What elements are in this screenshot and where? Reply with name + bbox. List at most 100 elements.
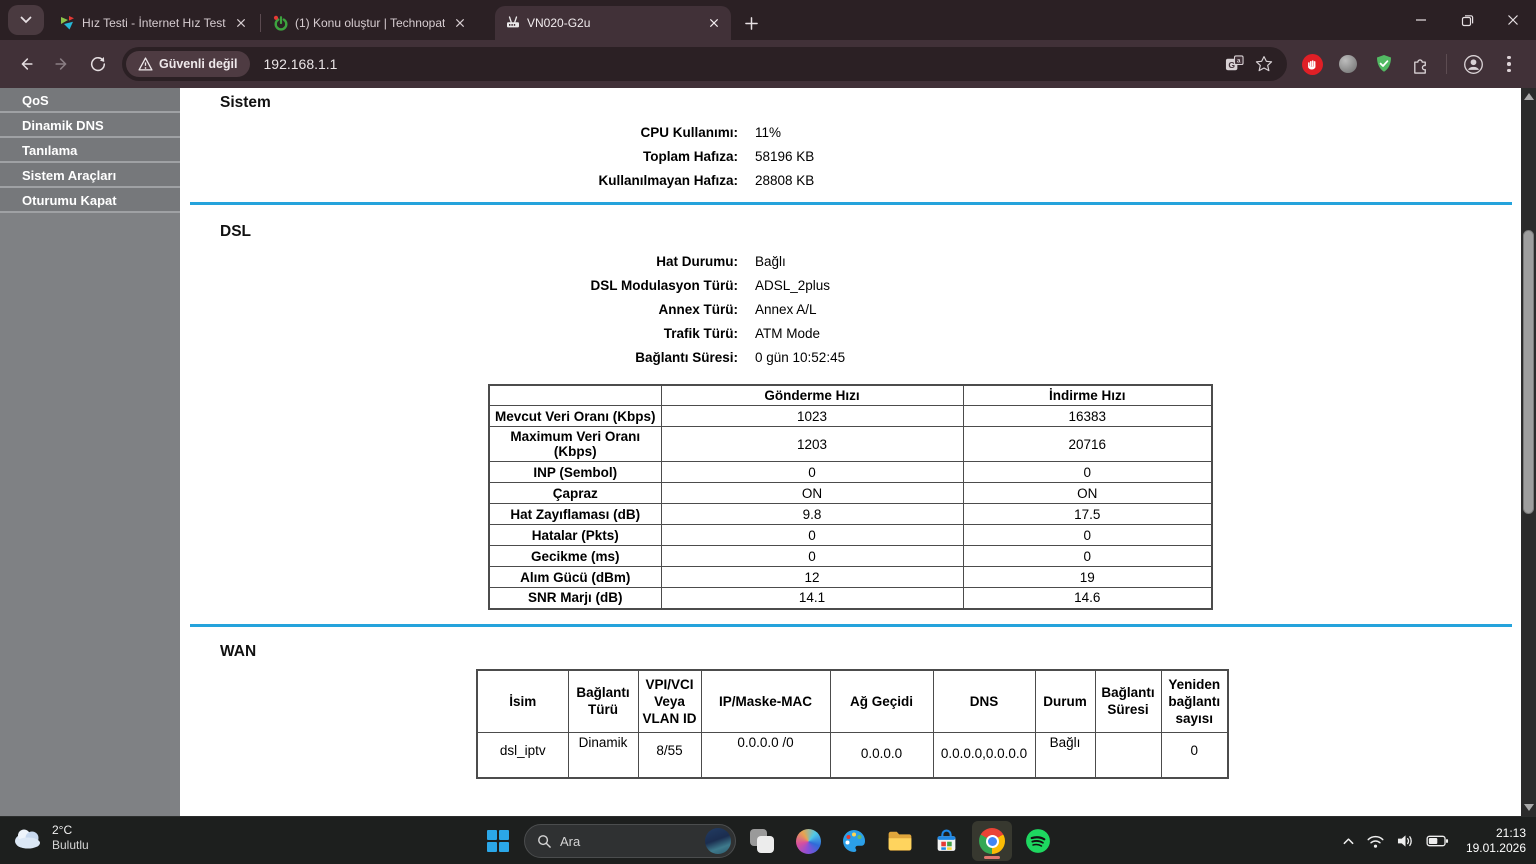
- dsl-stats-table: Gönderme Hızı İndirme Hızı Mevcut Veri O…: [488, 384, 1213, 610]
- wan-col-ip-maske: IP/Maske-MAC: [700, 669, 831, 733]
- cell: ON: [962, 482, 1213, 504]
- wifi-icon[interactable]: [1366, 833, 1385, 849]
- scroll-down-icon[interactable]: [1521, 800, 1536, 815]
- tray-chevron-icon[interactable]: [1342, 836, 1355, 846]
- sidebar-item-oturumu-kapat[interactable]: Oturumu Kapat: [0, 188, 180, 213]
- wan-col-baglanti-suresi: Bağlantı Süresi: [1094, 669, 1162, 733]
- task-view-icon: [750, 829, 774, 853]
- chrome-button[interactable]: [972, 821, 1012, 861]
- translate-button[interactable]: Ga: [1219, 49, 1249, 79]
- table-row: Çapraz ON ON: [488, 482, 1213, 504]
- cell: 12: [660, 566, 964, 588]
- store-icon: [937, 829, 955, 851]
- forward-icon: [55, 58, 67, 70]
- tab-title: (1) Konu oluştur | Technopat So: [295, 16, 445, 30]
- wan-col-vpi-vci: VPI/VCI Veya VLAN ID: [637, 669, 702, 733]
- cell: 17.5: [962, 503, 1213, 525]
- tab-search-button[interactable]: [8, 5, 44, 35]
- row-label: SNR Marjı (dB): [488, 587, 662, 609]
- cell: 14.1: [660, 587, 964, 609]
- start-button[interactable]: [478, 821, 518, 861]
- kv-value: ATM Mode: [755, 325, 821, 341]
- menu-kebab-icon: [1507, 55, 1511, 73]
- cell: [1094, 731, 1162, 779]
- sphere-extension-button[interactable]: [1333, 49, 1363, 79]
- shield-check-icon: [1377, 55, 1391, 72]
- kv-label: Kullanılmayan Hafıza:: [598, 172, 738, 188]
- back-button[interactable]: [8, 46, 44, 82]
- cell: ON: [660, 482, 964, 504]
- close-icon[interactable]: [451, 14, 469, 32]
- paint-icon: [843, 830, 865, 852]
- sidebar-item-dinamik-dns[interactable]: Dinamik DNS: [0, 113, 180, 138]
- taskbar-search[interactable]: Ara: [524, 824, 736, 858]
- task-view-button[interactable]: [742, 821, 782, 861]
- spotify-button[interactable]: [1018, 821, 1058, 861]
- main-content: Sistem CPU Kullanımı: 11% Toplam Hafıza: 5…: [180, 88, 1521, 816]
- sidebar-item-qos[interactable]: QoS: [0, 88, 180, 113]
- extensions-menu-button[interactable]: [1405, 49, 1435, 79]
- close-icon[interactable]: [705, 14, 723, 32]
- microsoft-store-button[interactable]: [926, 821, 966, 861]
- chrome-active-indicator: [984, 856, 1000, 859]
- close-icon[interactable]: [232, 14, 250, 32]
- wan-col-yeniden: Yeniden bağlantı sayısı: [1160, 669, 1229, 733]
- volume-icon[interactable]: [1396, 833, 1415, 849]
- table-row: Hat Zayıflaması (dB) 9.8 17.5: [488, 503, 1213, 525]
- minimize-button[interactable]: [1398, 0, 1444, 40]
- cell: 0: [660, 461, 964, 483]
- forward-button[interactable]: [44, 46, 80, 82]
- profile-button[interactable]: [1458, 49, 1488, 79]
- copilot-icon: [795, 828, 821, 854]
- browser-menu-button[interactable]: [1494, 49, 1524, 79]
- page-scrollbar[interactable]: [1521, 88, 1536, 816]
- taskbar-clock[interactable]: 21:13 19.01.2026: [1466, 826, 1526, 856]
- bookmark-button[interactable]: [1249, 49, 1279, 79]
- new-tab-button[interactable]: [737, 9, 765, 37]
- search-highlight-image[interactable]: [705, 828, 731, 854]
- scroll-up-icon[interactable]: [1521, 89, 1536, 104]
- weather-widget[interactable]: 2°C Bulutlu: [12, 823, 89, 853]
- security-chip[interactable]: Güvenli değil: [126, 51, 250, 77]
- cell: 8/55: [637, 731, 702, 779]
- close-icon: [1508, 15, 1518, 25]
- sidebar-item-sistem-araclari[interactable]: Sistem Araçları: [0, 163, 180, 188]
- file-explorer-button[interactable]: [880, 821, 920, 861]
- table-row: INP (Sembol) 0 0: [488, 461, 1213, 483]
- kv-row: CPU Kullanımı: 11%: [190, 120, 1521, 144]
- kv-value: 11%: [755, 124, 782, 140]
- restore-button[interactable]: [1444, 0, 1490, 40]
- row-label: Gecikme (ms): [488, 545, 662, 567]
- cell: 1023: [660, 405, 964, 427]
- adblock-extension-button[interactable]: [1297, 49, 1327, 79]
- close-window-button[interactable]: [1490, 0, 1536, 40]
- kv-row: Hat Durumu: Bağlı: [190, 249, 1521, 273]
- section-title-wan: WAN: [220, 642, 257, 660]
- shield-extension-button[interactable]: [1369, 49, 1399, 79]
- row-label: Çapraz: [488, 482, 662, 504]
- battery-icon[interactable]: [1426, 833, 1449, 849]
- address-bar[interactable]: Güvenli değil 192.168.1.1 Ga: [122, 47, 1287, 81]
- wan-col-baglanti-turu: Bağlantı Türü: [567, 669, 639, 733]
- section-divider: [190, 202, 1512, 205]
- tab-speedtest[interactable]: Hız Testi - İnternet Hız Testi & S: [50, 6, 258, 40]
- start-icon: [487, 830, 509, 852]
- minimize-icon: [1416, 19, 1426, 21]
- clock-time: 21:13: [1495, 826, 1526, 840]
- tab-technopat[interactable]: (1) Konu oluştur | Technopat So: [263, 6, 495, 40]
- kv-label: Toplam Hafıza:: [642, 148, 738, 164]
- copilot-button[interactable]: [788, 821, 828, 861]
- profile-icon: [1463, 54, 1483, 74]
- sidebar: QoS Dinamik DNS Tanılama Sistem Araçları…: [0, 88, 180, 816]
- sidebar-item-tanilama[interactable]: Tanılama: [0, 138, 180, 163]
- scrollbar-thumb[interactable]: [1522, 230, 1534, 514]
- cloud-icon: [15, 829, 40, 849]
- reload-button[interactable]: [80, 46, 116, 82]
- wan-col-isim: İsim: [476, 669, 569, 733]
- adblock-hand-icon: [1301, 53, 1323, 75]
- paint-button[interactable]: [834, 821, 874, 861]
- tab-title: Hız Testi - İnternet Hız Testi & S: [82, 16, 226, 30]
- table-header-row: İsim Bağlantı Türü VPI/VCI Veya VLAN ID …: [476, 669, 1229, 733]
- tab-router-active[interactable]: VN020-G2u: [495, 6, 731, 40]
- browser-toolbar: Güvenli değil 192.168.1.1 Ga: [0, 40, 1536, 88]
